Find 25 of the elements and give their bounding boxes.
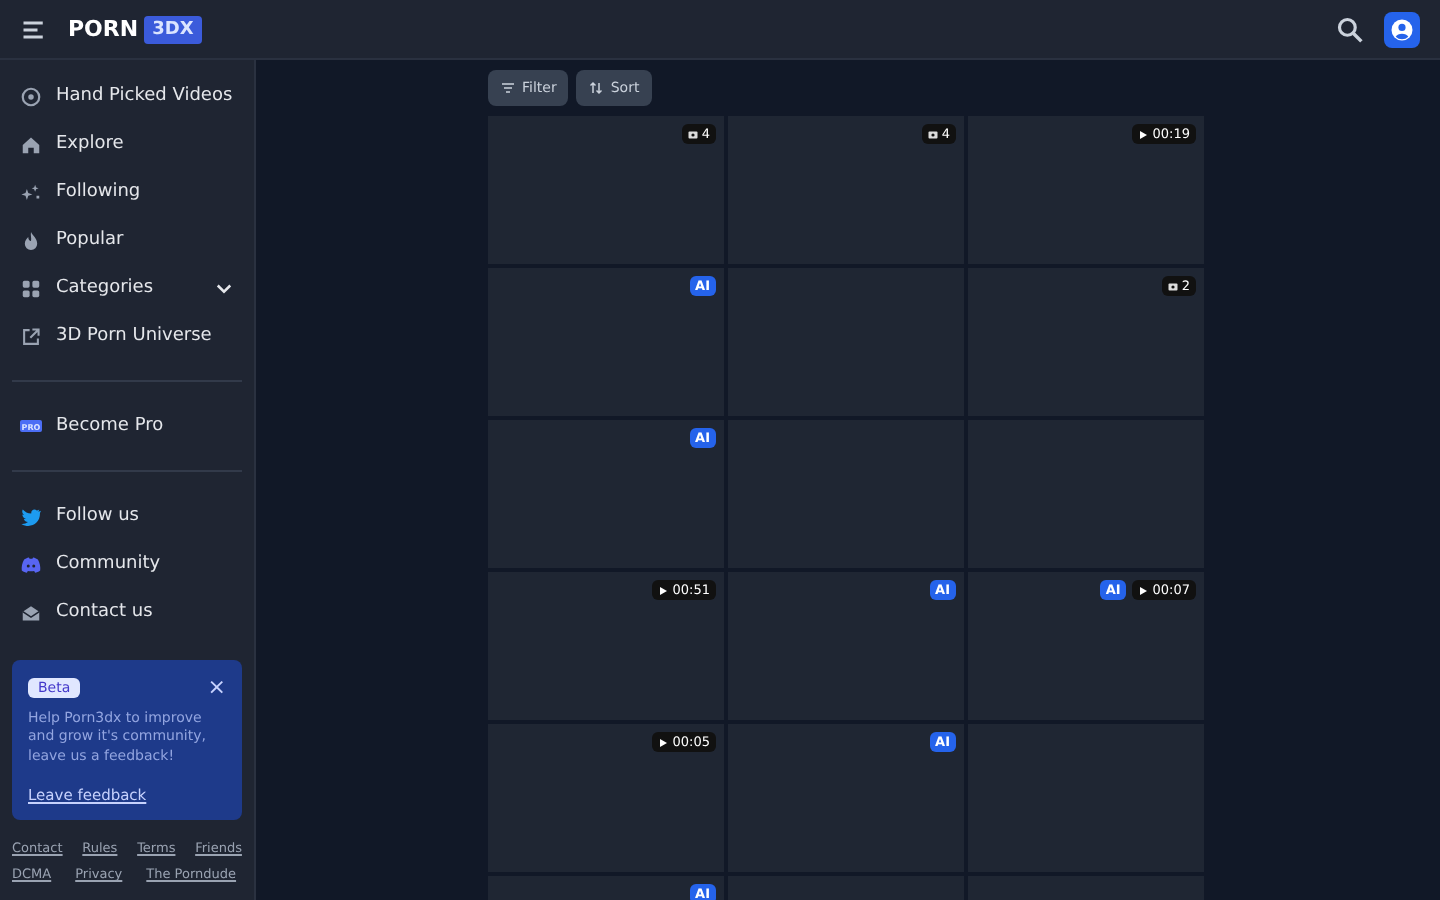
external-icon	[20, 325, 42, 347]
sidebar-item[interactable]: Hand Picked Videos	[12, 72, 242, 120]
sidebar-item[interactable]: Categories	[12, 264, 242, 312]
sidebar-item[interactable]: Community	[12, 540, 242, 588]
home-icon	[20, 133, 42, 155]
sidebar-item[interactable]: Popular	[12, 216, 242, 264]
flame-icon	[20, 229, 42, 251]
logo-badge[interactable]: 3DX	[144, 15, 202, 43]
mail-icon	[20, 601, 42, 623]
sidebar-item[interactable]: 3D Porn Universe	[12, 312, 242, 360]
search-icon[interactable]	[1336, 15, 1364, 43]
disc-icon	[20, 85, 42, 107]
logo-text[interactable]: PORN	[68, 16, 139, 42]
filter-icon	[500, 80, 516, 96]
sidebar-item[interactable]: Following	[12, 168, 242, 216]
account-button[interactable]	[1384, 11, 1420, 47]
sidebar-item[interactable]: Contact us	[12, 588, 242, 636]
sidebar-item[interactable]: Follow us	[12, 492, 242, 540]
close-button[interactable]: ×	[207, 676, 226, 698]
bird-icon	[20, 505, 42, 527]
sparkle-icon	[20, 181, 42, 203]
chat-icon	[20, 553, 42, 575]
sort-icon	[588, 80, 605, 96]
grid-icon	[20, 277, 42, 299]
sidebar-item[interactable]: Explore	[12, 120, 242, 168]
